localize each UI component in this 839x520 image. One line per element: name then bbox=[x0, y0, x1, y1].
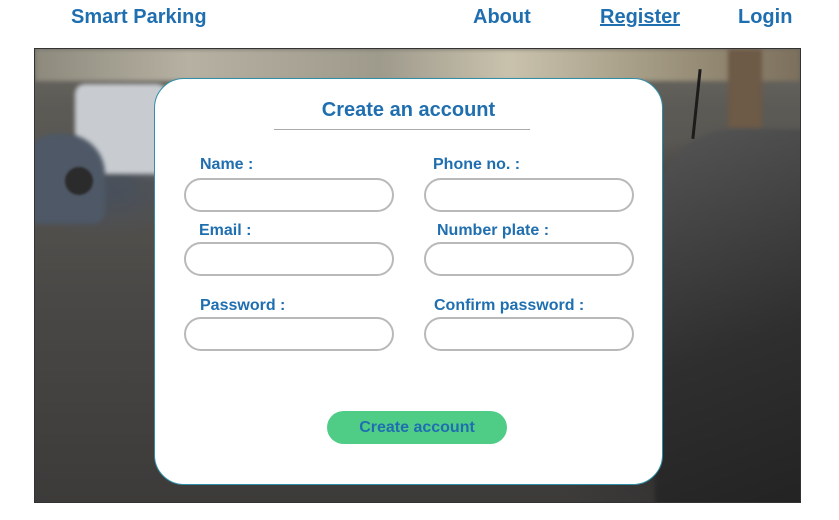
create-account-button[interactable]: Create account bbox=[327, 411, 507, 444]
confirm-password-input[interactable] bbox=[424, 317, 634, 351]
password-input[interactable] bbox=[184, 317, 394, 351]
name-input[interactable] bbox=[184, 178, 394, 212]
background-tree bbox=[728, 49, 762, 129]
confirm-password-label: Confirm password : bbox=[434, 297, 585, 314]
phone-input[interactable] bbox=[424, 178, 634, 212]
registration-card: Create an account Name : Phone no. : Ema… bbox=[154, 78, 663, 485]
background-car-right bbox=[655, 129, 800, 502]
phone-label: Phone no. : bbox=[433, 156, 521, 173]
nav-register-link[interactable]: Register bbox=[600, 6, 680, 29]
nav-login-link[interactable]: Login bbox=[738, 6, 792, 29]
title-divider bbox=[274, 129, 530, 130]
form-title: Create an account bbox=[321, 99, 496, 121]
background-buildings bbox=[35, 49, 800, 81]
brand-logo-link[interactable]: Smart Parking bbox=[71, 6, 207, 29]
email-label: Email : bbox=[199, 222, 252, 239]
nav-about-link[interactable]: About bbox=[473, 6, 531, 29]
page: Smart Parking About Register Login Creat… bbox=[0, 0, 839, 520]
number-plate-label: Number plate : bbox=[437, 222, 550, 239]
password-label: Password : bbox=[200, 297, 286, 314]
email-input[interactable] bbox=[184, 242, 394, 276]
name-label: Name : bbox=[200, 156, 254, 173]
number-plate-input[interactable] bbox=[424, 242, 634, 276]
background-wheel bbox=[65, 167, 93, 195]
